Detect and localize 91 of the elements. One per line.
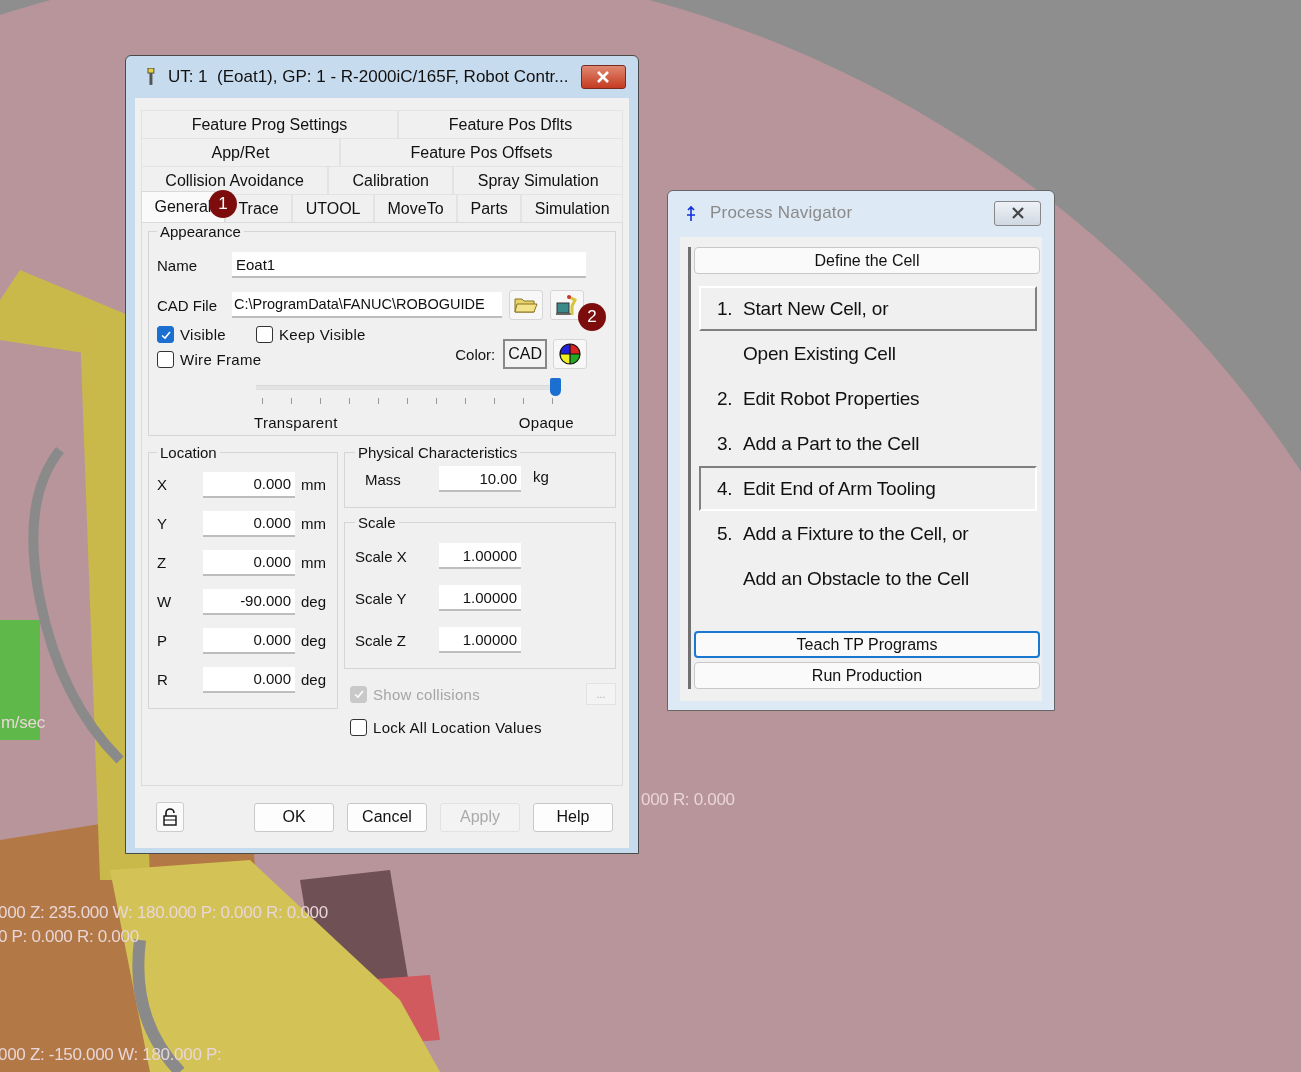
checkbox[interactable] <box>350 719 367 736</box>
dialog-button[interactable]: Help <box>533 802 613 832</box>
checkbox[interactable] <box>157 351 174 368</box>
step-button[interactable]: 4. Edit End of Arm Tooling <box>699 466 1037 511</box>
checkbox-label: Wire Frame <box>180 351 262 368</box>
cad-color-button[interactable]: CAD <box>503 339 547 369</box>
axis-label: W <box>157 593 173 610</box>
close-icon <box>596 71 611 83</box>
checkbox-label: Show collisions <box>373 685 481 703</box>
tab[interactable]: Feature Pos Dflts <box>398 110 623 138</box>
slider-max-label: Opaque <box>518 414 574 431</box>
tab[interactable]: Feature Pos Offsets <box>339 138 623 166</box>
color-picker-button[interactable] <box>553 339 587 369</box>
unit-label: deg <box>301 671 327 688</box>
folder-icon <box>514 296 538 314</box>
axis-label: Z <box>157 554 168 571</box>
group-title: Location <box>159 444 218 461</box>
close-icon <box>1010 207 1025 219</box>
location-field[interactable]: 0.000 <box>203 510 295 537</box>
checkbox-label: Keep Visible <box>279 326 366 343</box>
dialog-button[interactable]: OK <box>254 802 334 832</box>
window-title: UT: 1 (Eoat1), GP: 1 - R-2000iC/165F, Robot Contr... <box>167 67 569 87</box>
tab[interactable]: MoveTo <box>374 194 458 222</box>
unit-label: mm <box>301 515 326 532</box>
tab[interactable]: Spray Simulation <box>453 166 623 194</box>
unit-label: kg <box>533 467 549 485</box>
group-title: Scale <box>357 514 397 531</box>
unit-label: deg <box>301 593 327 610</box>
section-button[interactable]: Define the Cell <box>694 247 1040 274</box>
tab[interactable]: Calibration <box>328 166 454 194</box>
step-button[interactable]: 1. Start New Cell, or <box>699 286 1037 331</box>
unit-label: mm <box>301 554 326 571</box>
step-button[interactable]: Add an Obstacle to the Cell <box>699 556 1037 601</box>
color-label: Color: <box>455 345 496 363</box>
step-button[interactable]: 3. Add a Part to the Cell <box>699 421 1037 466</box>
tab[interactable]: Simulation <box>521 194 624 222</box>
close-button[interactable] <box>994 200 1041 226</box>
axis-label: R <box>157 671 169 688</box>
pin-icon <box>146 68 156 86</box>
field-label: Scale X <box>355 547 408 565</box>
tab[interactable]: Collision Avoidance <box>141 166 329 194</box>
name-field[interactable]: Eoat1 <box>232 252 586 278</box>
close-button[interactable] <box>580 65 626 89</box>
axis-label: X <box>157 476 168 493</box>
field-label: Scale Y <box>355 589 408 607</box>
field-label: Name <box>157 256 198 274</box>
step-button[interactable]: 5. Add a Fixture to the Cell, or <box>699 511 1037 556</box>
window-title: Process Navigator <box>710 203 854 223</box>
unit-label: mm <box>301 476 326 493</box>
checkbox-label: Lock All Location Values <box>373 719 542 736</box>
group-title: Appearance <box>159 223 242 240</box>
tab[interactable]: UTOOL <box>292 194 374 222</box>
location-field[interactable]: 0.000 <box>203 666 295 693</box>
checkmark-icon <box>352 688 365 700</box>
scale-field[interactable]: 1.00000 <box>439 627 521 653</box>
axis-label: P <box>157 632 168 649</box>
checkbox[interactable] <box>256 326 274 343</box>
robot-workstation-icon <box>555 294 579 316</box>
tab[interactable]: App/Ret <box>141 138 340 166</box>
tab[interactable]: Parts <box>457 194 522 222</box>
slider-min-label: Transparent <box>254 414 338 431</box>
coordinate-readout: 000 R: 0.000 <box>641 790 735 810</box>
scale-field[interactable]: 1.00000 <box>439 543 521 569</box>
browse-button[interactable] <box>509 290 543 320</box>
slider-thumb[interactable] <box>549 378 561 396</box>
dialog-button[interactable]: Cancel <box>347 802 427 832</box>
location-field[interactable]: 0.000 <box>203 549 295 576</box>
checkbox-label: Visible <box>180 326 227 343</box>
padlock-icon <box>163 808 177 826</box>
field-label: Scale Z <box>355 631 407 649</box>
section-button[interactable]: Run Production <box>694 662 1040 689</box>
arrow-icon <box>686 205 696 221</box>
step-button[interactable]: Open Existing Cell <box>699 331 1037 376</box>
axis-label: Y <box>157 515 168 532</box>
lock-button[interactable] <box>156 802 184 832</box>
tab[interactable]: Feature Prog Settings <box>141 110 398 138</box>
mass-field[interactable]: 10.00 <box>439 466 521 492</box>
robot-library-button[interactable] <box>550 290 584 320</box>
location-field[interactable]: 0.000 <box>203 471 295 498</box>
checkbox[interactable] <box>157 326 174 343</box>
step-button[interactable]: 2. Edit Robot Properties <box>699 376 1037 421</box>
field-label: Mass <box>364 470 402 488</box>
group-title: Physical Characteristics <box>357 444 519 461</box>
section-button[interactable]: Teach TP Programs <box>694 631 1040 658</box>
color-wheel-icon <box>559 343 581 365</box>
location-field[interactable]: 0.000 <box>203 627 295 654</box>
cad-file-field[interactable]: C:\ProgramData\FANUC\ROBOGUIDE <box>232 292 502 318</box>
unit-label: deg <box>301 632 327 649</box>
location-field[interactable]: -90.000 <box>203 588 295 615</box>
scale-field[interactable]: 1.00000 <box>439 585 521 611</box>
field-label: CAD File <box>157 296 218 314</box>
